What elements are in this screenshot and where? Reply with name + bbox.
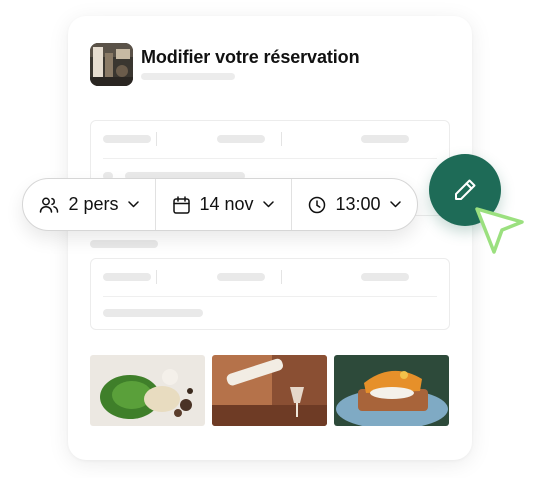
guests-dropdown[interactable]: 2 pers — [23, 179, 155, 230]
dish-photo-2 — [334, 355, 449, 426]
extras-placeholder-table — [90, 258, 450, 330]
column-divider — [156, 270, 157, 284]
guests-value: 2 pers — [68, 194, 119, 214]
time-value: 13:00 — [335, 194, 381, 214]
subtitle-placeholder — [141, 73, 235, 80]
placeholder-bar — [103, 273, 151, 281]
row-divider — [103, 158, 437, 159]
booking-selector: 2 pers 14 nov 13:00 — [22, 178, 418, 231]
placeholder-bar — [217, 273, 265, 281]
calendar-icon — [173, 195, 191, 214]
chevron-down-icon — [127, 201, 139, 208]
placeholder-bar — [361, 135, 409, 143]
placeholder-bar — [103, 135, 151, 143]
chevron-down-icon — [262, 201, 274, 208]
placeholder-bar — [103, 309, 203, 317]
date-dropdown[interactable]: 14 nov — [155, 179, 291, 230]
chevron-down-icon — [389, 201, 401, 208]
placeholder-bar — [361, 273, 409, 281]
time-dropdown[interactable]: 13:00 — [291, 179, 417, 230]
placeholder-bar — [217, 135, 265, 143]
dish-photo-1 — [90, 355, 205, 426]
column-divider — [156, 132, 157, 146]
date-value: 14 nov — [199, 194, 254, 214]
pencil-icon — [452, 177, 478, 203]
section-label-placeholder — [90, 240, 158, 248]
wine-photo — [212, 355, 327, 426]
column-divider — [281, 270, 282, 284]
column-divider — [281, 132, 282, 146]
page-title: Modifier votre réservation — [141, 47, 360, 67]
clock-icon — [308, 196, 326, 214]
row-divider — [103, 296, 437, 297]
restaurant-thumbnail — [90, 43, 133, 86]
cursor-arrow-icon — [472, 204, 528, 260]
users-icon — [39, 196, 59, 214]
